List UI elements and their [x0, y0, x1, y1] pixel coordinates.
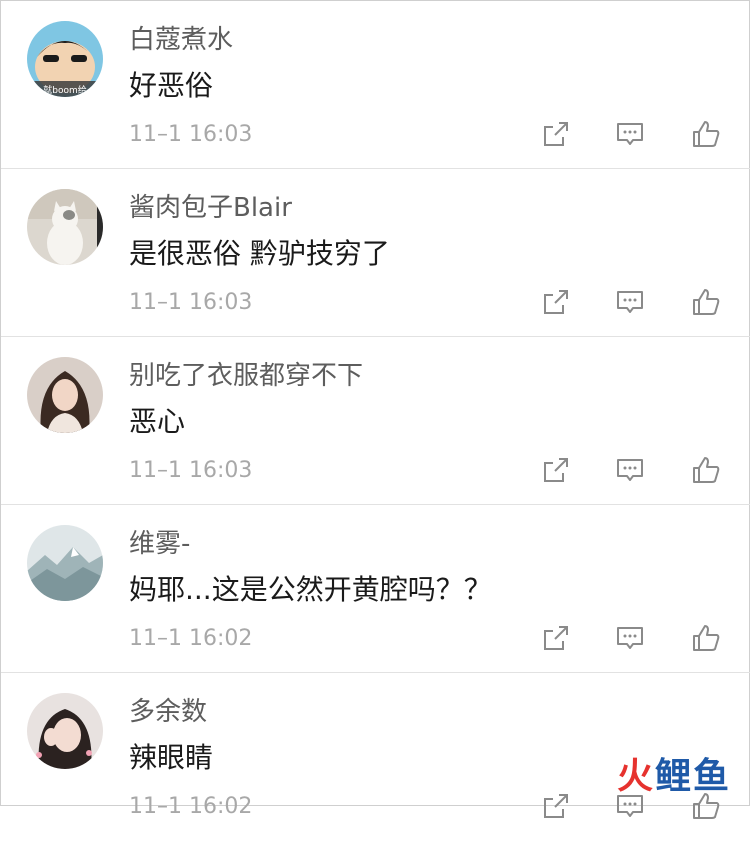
comment-text: 是很恶俗 黔驴技穷了 — [129, 237, 390, 270]
timestamp: 11–1 16:03 — [129, 122, 253, 147]
repost-icon — [544, 458, 568, 482]
avatar[interactable] — [27, 525, 103, 601]
avatar[interactable] — [27, 189, 103, 265]
like-button[interactable] — [691, 287, 721, 317]
comment-text: 辣眼睛 — [129, 741, 214, 774]
comment-item: 就boom给 白蔻煮水 好恶俗 11–1 16:03 — [1, 1, 750, 169]
comment-item: 别吃了衣服都穿不下 恶心 11–1 16:03 — [1, 337, 750, 505]
avatar-selfie-image — [27, 693, 103, 769]
like-button[interactable] — [691, 455, 721, 485]
comment-item: 维雾- 妈耶...这是公然开黄腔吗？？ 11–1 16:02 — [1, 505, 750, 673]
avatar-cat-image — [27, 189, 103, 265]
timestamp: 11–1 16:02 — [129, 794, 253, 819]
username[interactable]: 多余数 — [129, 695, 207, 729]
comment-list: 就boom给 白蔻煮水 好恶俗 11–1 16:03 酱肉包子Blair 是很恶… — [1, 1, 750, 841]
timestamp: 11–1 16:02 — [129, 626, 253, 651]
comment-item: 酱肉包子Blair 是很恶俗 黔驴技穷了 11–1 16:03 — [1, 169, 750, 337]
username[interactable]: 别吃了衣服都穿不下 — [129, 359, 363, 393]
thumbs-up-icon — [693, 289, 720, 315]
repost-button[interactable] — [541, 119, 571, 149]
comment-icon — [617, 627, 643, 649]
repost-icon — [544, 122, 568, 146]
avatar-landscape-image — [27, 525, 103, 601]
repost-button[interactable] — [541, 623, 571, 653]
avatar[interactable] — [27, 357, 103, 433]
comment-icon — [617, 123, 643, 145]
repost-button[interactable] — [541, 455, 571, 485]
reply-button[interactable] — [615, 623, 645, 653]
reply-button[interactable] — [615, 119, 645, 149]
thumbs-up-icon — [693, 457, 720, 483]
avatar[interactable]: 就boom给 — [27, 21, 103, 97]
avatar-cartoon-image: 就boom给 — [27, 21, 103, 97]
thumbs-up-icon — [693, 625, 720, 651]
username[interactable]: 白蔻煮水 — [129, 23, 233, 57]
watermark-logo: 火鲤鱼 — [617, 747, 731, 799]
avatar-caption: 就boom给 — [43, 84, 87, 96]
comment-text: 好恶俗 — [129, 69, 214, 102]
timestamp: 11–1 16:03 — [129, 290, 253, 315]
like-button[interactable] — [691, 119, 721, 149]
reply-button[interactable] — [615, 455, 645, 485]
avatar-portrait-image — [27, 357, 103, 433]
repost-icon — [544, 794, 568, 818]
timestamp: 11–1 16:03 — [129, 458, 253, 483]
username[interactable]: 维雾- — [129, 527, 190, 561]
repost-button[interactable] — [541, 287, 571, 317]
watermark-text: 火鲤鱼 — [616, 756, 731, 797]
avatar[interactable] — [27, 693, 103, 769]
reply-button[interactable] — [615, 287, 645, 317]
username[interactable]: 酱肉包子Blair — [129, 191, 292, 225]
comment-icon — [617, 459, 643, 481]
comment-icon — [617, 291, 643, 313]
comment-text: 恶心 — [129, 405, 186, 438]
like-button[interactable] — [691, 623, 721, 653]
repost-icon — [544, 290, 568, 314]
repost-button[interactable] — [541, 791, 571, 821]
thumbs-up-icon — [693, 121, 720, 147]
repost-icon — [544, 626, 568, 650]
comment-text: 妈耶...这是公然开黄腔吗？？ — [129, 573, 492, 606]
